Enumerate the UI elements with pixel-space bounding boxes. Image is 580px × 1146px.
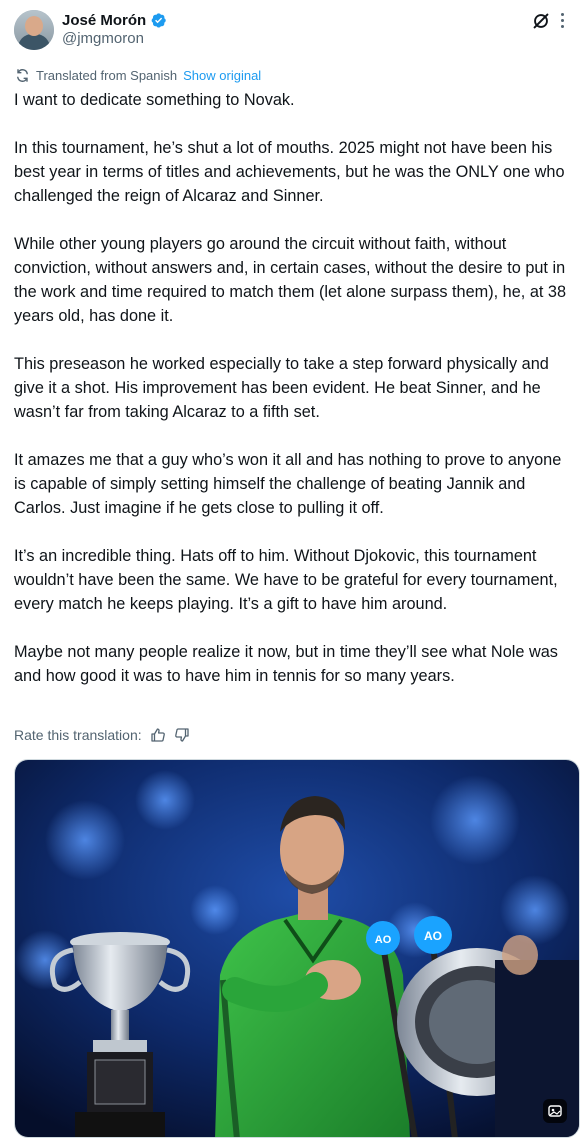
translation-note: Translated from Spanish: [36, 67, 178, 83]
grok-icon[interactable]: [530, 10, 552, 32]
mic-logo: AO: [424, 929, 442, 943]
rate-translation-label: Rate this translation:: [14, 727, 142, 743]
tweet-text: I want to dedicate something to Novak. I…: [14, 88, 574, 688]
tweet-paragraph: It amazes me that a guy who’s won it all…: [14, 451, 562, 517]
avatar[interactable]: [14, 10, 54, 50]
verified-badge-icon: [151, 12, 166, 28]
photo-illustration: AO AO: [15, 760, 579, 1137]
author-name-row: José Morón: [62, 10, 167, 30]
thumbs-down-icon[interactable]: [174, 727, 190, 743]
rate-translation: Rate this translation:: [14, 725, 190, 745]
translate-icon: [17, 68, 28, 82]
image-options-icon[interactable]: [543, 1099, 567, 1123]
mic-logo: AO: [375, 934, 392, 946]
tweet-paragraph: It’s an incredible thing. Hats off to hi…: [14, 547, 558, 613]
author-handle[interactable]: @jmgmoron: [62, 30, 144, 47]
tweet-photo[interactable]: AO AO: [14, 759, 580, 1138]
tweet-paragraph: I want to dedicate something to Novak.: [14, 91, 295, 109]
tweet-paragraph: This preseason he worked especially to t…: [14, 355, 549, 421]
tweet-paragraph: In this tournament, he’s shut a lot of m…: [14, 139, 565, 205]
show-original-link[interactable]: Show original: [183, 68, 261, 83]
thumbs-up-icon[interactable]: [150, 727, 166, 743]
more-options-icon[interactable]: [554, 10, 570, 30]
tweet-header: José Morón @jmgmoron: [14, 8, 566, 52]
author-name[interactable]: José Morón: [62, 12, 146, 29]
translation-notice: Translated from Spanish Show original: [15, 66, 261, 84]
tweet-paragraph: Maybe not many people realize it now, bu…: [14, 643, 558, 685]
tweet-paragraph: While other young players go around the …: [14, 235, 567, 325]
